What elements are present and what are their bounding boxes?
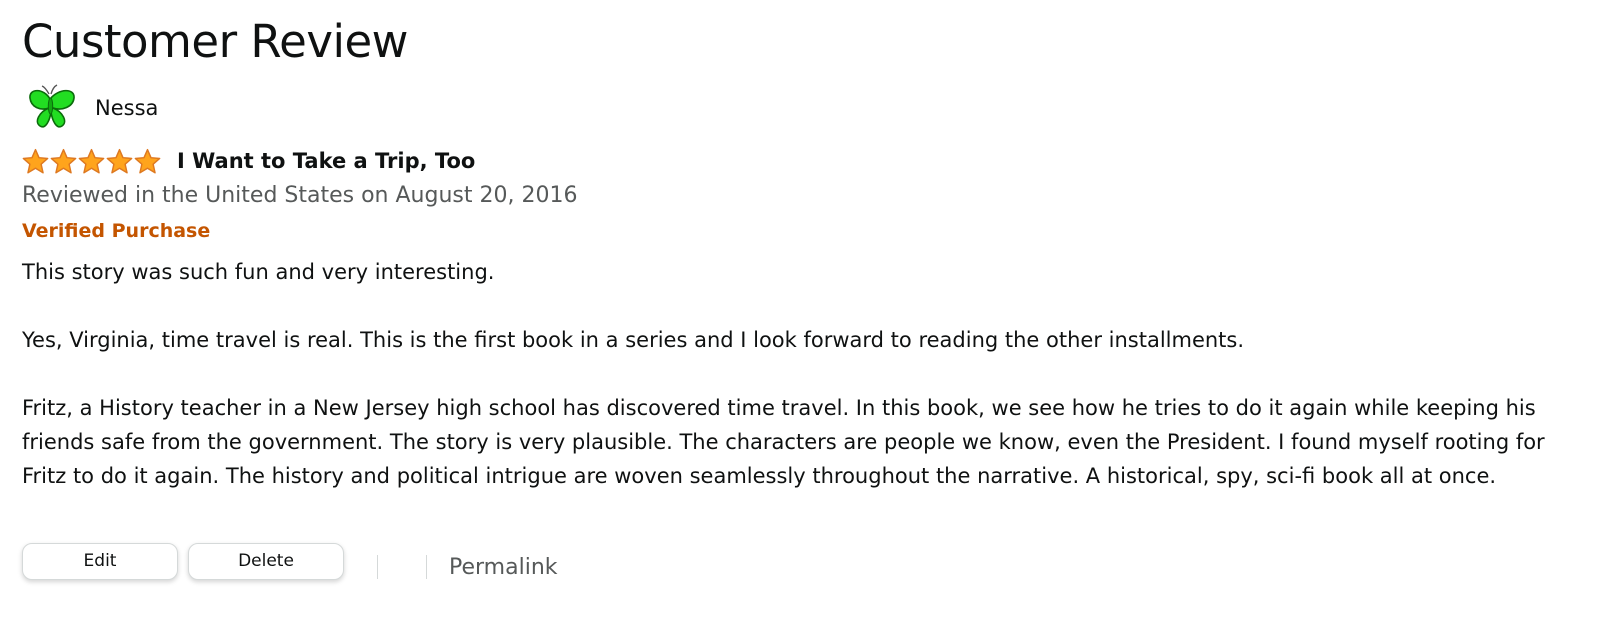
- review-paragraph: Fritz, a History teacher in a New Jersey…: [22, 396, 1545, 488]
- star-filled-icon: [22, 148, 49, 173]
- delete-button[interactable]: Delete: [188, 542, 344, 580]
- star-filled-icon: [134, 148, 161, 173]
- page-title: Customer Review: [22, 15, 408, 68]
- review-actions: Edit Delete Permalink: [22, 542, 558, 580]
- review-title: I Want to Take a Trip, Too: [177, 149, 476, 173]
- star-filled-icon: [50, 148, 77, 173]
- star-filled-icon: [106, 148, 133, 173]
- reviewer-profile[interactable]: Nessa: [26, 84, 158, 132]
- star-filled-icon: [78, 148, 105, 173]
- reviewer-name: Nessa: [95, 96, 159, 120]
- review-date: Reviewed in the United States on August …: [22, 183, 578, 208]
- edit-button[interactable]: Edit: [22, 542, 178, 580]
- review-paragraph: Yes, Virginia, time travel is real. This…: [22, 328, 1245, 352]
- verified-purchase-badge: Verified Purchase: [22, 220, 211, 242]
- star-rating[interactable]: [22, 148, 161, 175]
- divider: [377, 555, 378, 579]
- review-paragraph: This story was such fun and very interes…: [22, 260, 495, 284]
- permalink-link[interactable]: Permalink: [449, 555, 558, 580]
- rating-row: I Want to Take a Trip, Too: [22, 145, 475, 177]
- divider: [426, 555, 427, 579]
- review-body: This story was such fun and very interes…: [22, 255, 1577, 493]
- butterfly-avatar-icon: [29, 84, 75, 128]
